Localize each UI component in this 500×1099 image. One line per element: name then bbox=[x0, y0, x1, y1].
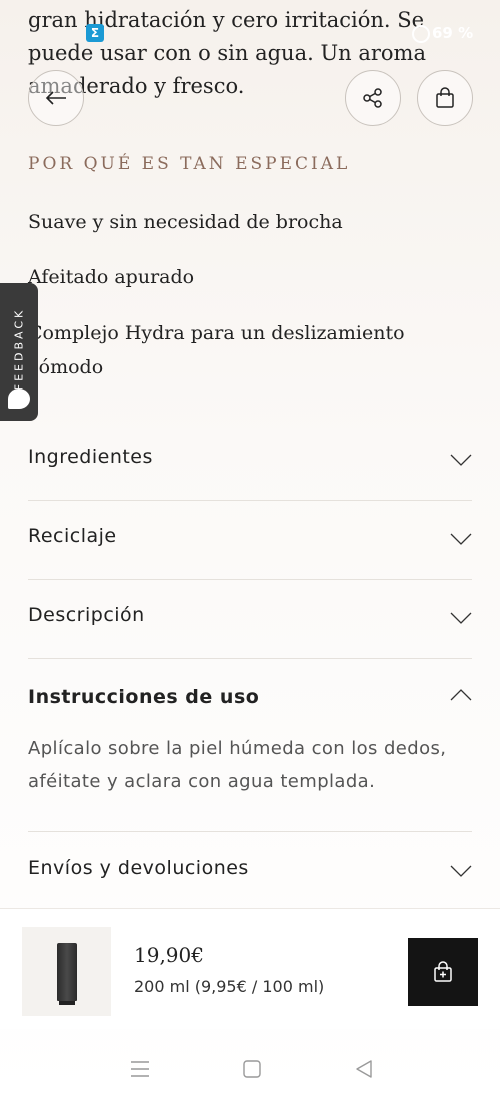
feedback-label: FEEDBACK bbox=[12, 307, 26, 391]
back-nav-icon[interactable] bbox=[355, 1060, 373, 1078]
recent-apps-icon[interactable] bbox=[130, 1060, 150, 1078]
chevron-down-icon bbox=[450, 454, 472, 466]
accordion-envios[interactable]: Envíos y devoluciones bbox=[28, 857, 472, 887]
back-button[interactable] bbox=[28, 70, 84, 126]
feature-item: Afeitado apurado bbox=[28, 266, 195, 288]
divider bbox=[28, 831, 472, 832]
accordion-label: Descripción bbox=[28, 604, 145, 626]
accordion-label: Reciclaje bbox=[28, 525, 117, 547]
feature-item: Complejo Hydra para un deslizamiento cóm… bbox=[28, 322, 405, 378]
feedback-tab[interactable]: FEEDBACK bbox=[0, 283, 38, 421]
chevron-down-icon bbox=[450, 533, 472, 545]
bag-plus-icon bbox=[434, 961, 452, 982]
shopping-bag-button[interactable] bbox=[417, 70, 473, 126]
divider bbox=[28, 500, 472, 501]
product-size: 200 ml (9,95€ / 100 ml) bbox=[134, 977, 325, 996]
product-thumbnail[interactable] bbox=[22, 927, 111, 1016]
description-line: amaderado y fresco. bbox=[28, 74, 245, 98]
accordion-descripcion[interactable]: Descripción bbox=[28, 604, 472, 634]
add-to-bag-button[interactable] bbox=[408, 938, 478, 1006]
battery-icon bbox=[412, 25, 430, 43]
share-button[interactable] bbox=[345, 70, 401, 126]
divider bbox=[28, 579, 472, 580]
status-bar: Σ 69 % bbox=[0, 22, 500, 46]
share-icon bbox=[363, 88, 382, 108]
accordion-content: Aplícalo sobre la piel húmeda con los de… bbox=[28, 738, 447, 792]
accordion-instrucciones[interactable]: Instrucciones de uso bbox=[28, 686, 472, 716]
accordion-reciclaje[interactable]: Reciclaje bbox=[28, 525, 472, 555]
chevron-down-icon bbox=[450, 865, 472, 877]
chat-bubble-icon bbox=[8, 389, 30, 409]
notification-app-icon: Σ bbox=[86, 24, 104, 42]
accordion-label: Ingredientes bbox=[28, 446, 153, 468]
accordion-label: Instrucciones de uso bbox=[28, 686, 260, 708]
battery-level: 69 % bbox=[432, 24, 474, 42]
product-bar: 19,90€ 200 ml (9,95€ / 100 ml) bbox=[0, 908, 500, 1029]
chevron-up-icon bbox=[450, 689, 472, 701]
arrow-left-icon bbox=[45, 91, 66, 105]
feature-item: Suave y sin necesidad de brocha bbox=[28, 211, 343, 233]
accordion-ingredientes[interactable]: Ingredientes bbox=[28, 446, 472, 476]
product-price: 19,90€ bbox=[134, 943, 204, 967]
system-navigation-bar bbox=[0, 1040, 500, 1099]
product-description-text: gran hidratación y cero irritación. Se p… bbox=[28, 4, 468, 103]
section-heading: POR QUÉ ES TAN ESPECIAL bbox=[28, 154, 351, 174]
shopping-bag-icon bbox=[436, 87, 454, 108]
accordion-label: Envíos y devoluciones bbox=[28, 857, 249, 879]
chevron-down-icon bbox=[450, 612, 472, 624]
product-tube-image bbox=[57, 943, 77, 1001]
home-icon[interactable] bbox=[243, 1060, 261, 1078]
divider bbox=[28, 658, 472, 659]
product-tube-cap bbox=[59, 1001, 75, 1005]
